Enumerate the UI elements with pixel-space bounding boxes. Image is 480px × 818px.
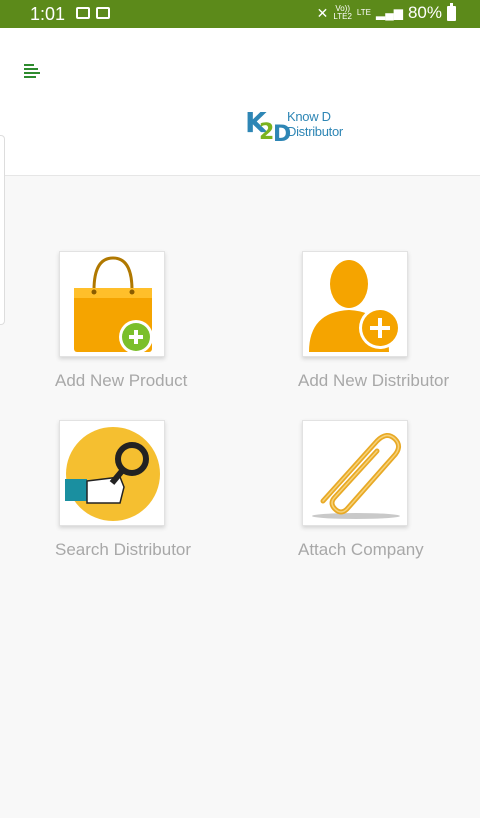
- search-hand-icon: [65, 427, 160, 521]
- logo-text: Know D Distributor: [287, 109, 343, 139]
- search-distributor-label: Search Distributor: [55, 540, 192, 559]
- mute-icon: ✕: [316, 4, 329, 21]
- shopping-bag-icon: [74, 256, 153, 354]
- status-right: ✕ Vo)) LTE2 LTE ▂▄▆ 80%: [316, 2, 456, 23]
- lte-indicator: LTE: [356, 8, 371, 17]
- add-distributor-icon-box[interactable]: [302, 251, 408, 357]
- search-distributor-icon-box[interactable]: [59, 420, 165, 526]
- battery-icon: [447, 2, 456, 21]
- app-header: K 2 D Know D Distributor: [0, 28, 480, 176]
- message-icon: [96, 7, 110, 19]
- add-new-product-label: Add New Product: [55, 371, 188, 390]
- add-product-icon-box[interactable]: [59, 251, 165, 357]
- status-time: 1:01: [30, 4, 66, 24]
- add-new-distributor-label: Add New Distributor: [298, 371, 450, 390]
- drawer-edge-handle[interactable]: [0, 135, 5, 325]
- volte-indicator: Vo)) LTE2: [333, 4, 352, 21]
- menu-icon[interactable]: [24, 64, 42, 80]
- gallery-icon: [76, 7, 90, 19]
- app-logo: K 2 D Know D Distributor: [245, 106, 385, 148]
- attach-company-label: Attach Company: [298, 540, 424, 559]
- attach-company-icon-box[interactable]: [302, 420, 408, 526]
- battery-percent: 80%: [407, 3, 442, 22]
- status-bar: 1:01 ✕ Vo)) LTE2 LTE ▂▄▆ 80%: [0, 0, 480, 28]
- add-user-icon: [309, 260, 401, 352]
- paperclip-icon: [312, 433, 401, 519]
- signal-icon: ▂▄▆: [376, 6, 403, 20]
